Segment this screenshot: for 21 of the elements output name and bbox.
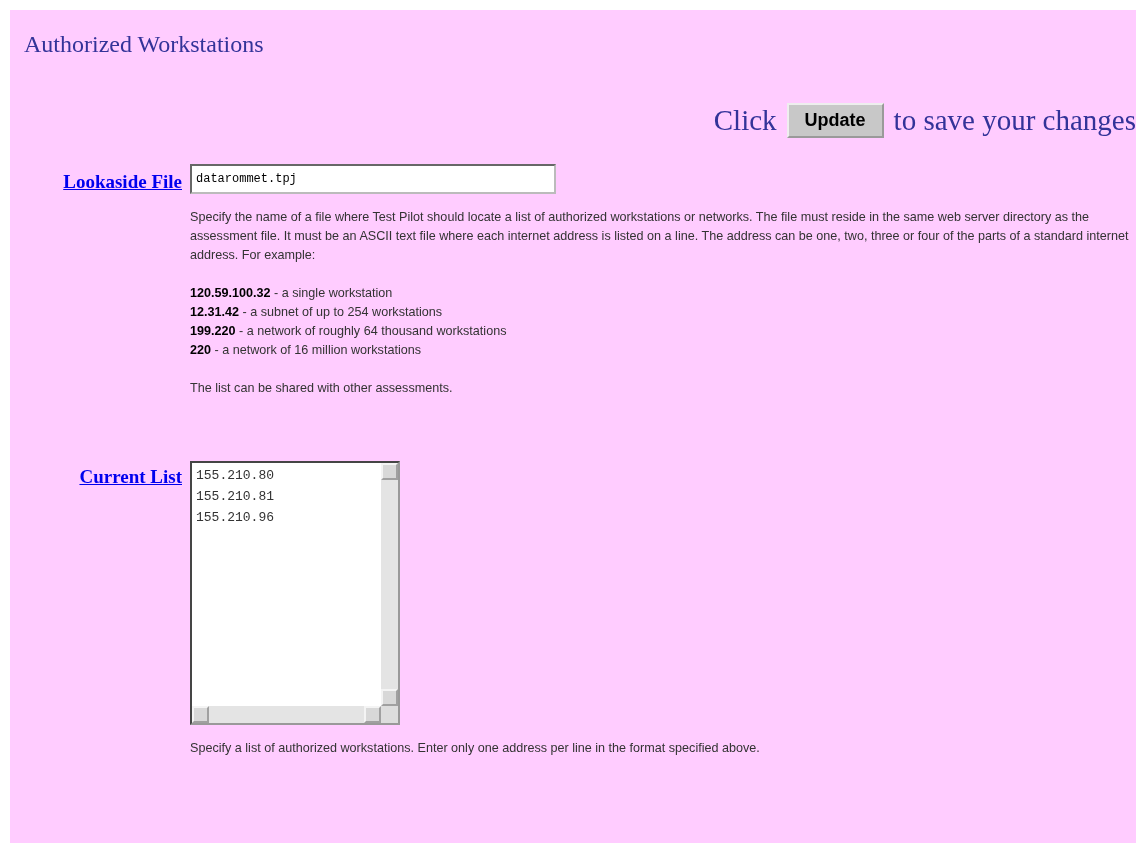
page-title: Authorized Workstations xyxy=(24,30,265,59)
vertical-scrollbar[interactable] xyxy=(381,463,398,707)
description-text: Specify a list of authorized workstations. Enter only one address per line in the format specified above. xyxy=(190,740,761,758)
note-text: The list can be shared with other assessments. xyxy=(190,380,454,398)
scroll-left-button[interactable] xyxy=(192,706,209,724)
lookaside-file-link[interactable]: Lookaside File xyxy=(63,168,182,399)
horizontal-scrollbar[interactable] xyxy=(192,706,381,724)
example-text: 199.220 - a network of roughly 64 thousand workstations xyxy=(190,323,508,341)
scroll-right-button[interactable] xyxy=(364,706,381,724)
update-button[interactable]: Update xyxy=(786,102,884,139)
example-text: 220 - a network of 16 million workstations xyxy=(190,342,422,360)
current-list-link[interactable]: Current List xyxy=(79,463,182,759)
scroll-down-button[interactable] xyxy=(381,689,398,707)
prompt-text: to save your changes xyxy=(893,102,1136,138)
prompt-text: Click xyxy=(713,102,777,138)
list-field[interactable]: 155.210.80 155.210.81 155.210.96 xyxy=(190,461,400,726)
example-text: 12.31.42 - a subnet of up to 254 workstations xyxy=(190,304,444,322)
description-text: Specify the name of a file where Test Pilot should locate a list of authorized workstations or networks. The file must reside in the same web server directory as the assessment file. It must be an ASCII text file where each internet address is listed on a line. The address can be one, two, three or four of the parts of a standard internet address. For example: xyxy=(190,209,1130,265)
lookaside-file-field[interactable]: datarommet.tpj xyxy=(190,164,556,195)
example-text: 120.59.100.32 - a single workstation xyxy=(190,285,394,303)
scroll-up-button[interactable] xyxy=(381,463,398,481)
